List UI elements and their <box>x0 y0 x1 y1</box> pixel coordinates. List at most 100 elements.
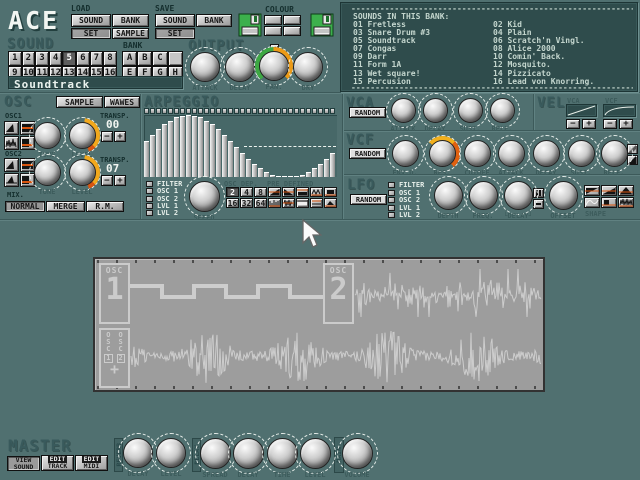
osc1-transpose-minus-button[interactable]: − <box>101 131 113 142</box>
osc1-wave-saw-button[interactable] <box>4 121 19 135</box>
waveform-display[interactable] <box>95 259 543 390</box>
load-set-button[interactable]: SET <box>71 28 111 39</box>
predefined-wave-button[interactable] <box>282 198 295 208</box>
arp-bar[interactable] <box>240 153 245 177</box>
knob-delay[interactable] <box>499 176 538 215</box>
knob-env-d[interactable] <box>387 135 424 172</box>
arp-bar[interactable] <box>234 147 239 177</box>
arp-bar[interactable] <box>204 121 209 177</box>
bank-button-B[interactable]: B <box>137 51 152 66</box>
knob-tune[interactable] <box>29 154 66 191</box>
predefined-wave-button[interactable] <box>282 187 295 197</box>
arp-step[interactable] <box>246 108 251 114</box>
arp-step[interactable] <box>162 108 167 114</box>
arp-bar[interactable] <box>210 124 215 177</box>
arp-step[interactable] <box>192 108 197 114</box>
sound-number-button-6[interactable]: 6 <box>76 51 90 66</box>
arp-step[interactable] <box>204 108 209 114</box>
knob-dry[interactable] <box>288 47 328 87</box>
arp-step[interactable] <box>234 108 239 114</box>
arp-bar[interactable] <box>174 117 179 177</box>
lfo-shape-saw-down-button[interactable] <box>584 185 600 196</box>
arp-bar[interactable] <box>252 164 257 177</box>
predefined-wave-button[interactable] <box>296 198 309 208</box>
arp-bar[interactable] <box>318 164 323 177</box>
osc2-editor-tab[interactable]: OSC 2 <box>323 263 354 324</box>
arp-step[interactable] <box>144 108 149 114</box>
arp-step[interactable] <box>318 108 323 114</box>
osc-sample-button[interactable]: SAMPLE <box>56 96 103 108</box>
arp-step[interactable] <box>210 108 215 114</box>
knob-decay[interactable] <box>528 135 565 172</box>
arp-bar[interactable] <box>330 153 335 177</box>
arp-bar[interactable] <box>276 176 281 177</box>
predefined-wave-button[interactable] <box>324 187 337 197</box>
sound-number-button-4[interactable]: 4 <box>49 51 63 66</box>
osc-dep-button-4[interactable]: 4 <box>240 187 253 197</box>
arp-step[interactable] <box>300 108 305 114</box>
arp-bar[interactable] <box>312 168 317 177</box>
bank-button-selected[interactable] <box>168 51 183 66</box>
toggle-osc-1[interactable] <box>146 188 153 194</box>
arp-step[interactable] <box>270 108 275 114</box>
knob-sust[interactable] <box>453 93 488 128</box>
arp-bar[interactable] <box>162 124 167 177</box>
arp-bar[interactable] <box>168 121 173 177</box>
vel-vca-minus-button[interactable]: − <box>566 119 580 129</box>
arp-step[interactable] <box>216 108 221 114</box>
arp-step[interactable] <box>168 108 173 114</box>
arp-step[interactable] <box>324 108 329 114</box>
arp-step[interactable] <box>288 108 293 114</box>
predefined-wave-button[interactable] <box>296 187 309 197</box>
arp-step[interactable] <box>156 108 161 114</box>
predefined-wave-button[interactable] <box>310 187 323 197</box>
arp-step[interactable] <box>222 108 227 114</box>
predefined-wave-button[interactable] <box>310 198 323 208</box>
mix-merge-button[interactable]: MERGE <box>46 201 85 212</box>
arp-bar[interactable] <box>258 168 263 177</box>
sound-number-button-3[interactable]: 3 <box>35 51 49 66</box>
knob-attack[interactable] <box>386 93 421 128</box>
arp-bar[interactable] <box>186 115 191 177</box>
bank-button-A[interactable]: A <box>122 51 137 66</box>
sound-name-field[interactable]: Soundtrack <box>8 76 183 89</box>
knob-tune[interactable] <box>29 117 66 154</box>
sound-number-button-8[interactable]: 8 <box>103 51 117 66</box>
osc2-wave-saw-button[interactable] <box>4 158 19 172</box>
arp-bar[interactable] <box>228 141 233 177</box>
colour-swatch-button[interactable] <box>264 15 282 25</box>
colour-swatch-button[interactable] <box>264 26 282 36</box>
arp-step[interactable] <box>312 108 317 114</box>
load-sample-button[interactable]: SAMPLE <box>112 28 149 39</box>
arp-step[interactable] <box>252 108 257 114</box>
knob-level[interactable] <box>64 117 101 154</box>
vel-vcf-minus-button[interactable]: − <box>603 119 617 129</box>
knob-level[interactable] <box>64 154 101 191</box>
knob-rele[interactable] <box>596 135 633 172</box>
arp-bar[interactable] <box>144 141 149 177</box>
sound-number-button-1[interactable]: 1 <box>8 51 22 66</box>
knob-speed[interactable] <box>184 176 225 217</box>
knob-offset[interactable] <box>544 176 583 215</box>
arp-bar[interactable] <box>324 159 329 177</box>
knob-attack[interactable] <box>493 135 530 172</box>
osc-dep-button-2[interactable]: 2 <box>226 187 239 197</box>
knob-sust[interactable] <box>563 135 600 172</box>
arp-bar[interactable] <box>222 135 227 177</box>
arp-bar[interactable] <box>192 116 197 177</box>
arp-step[interactable] <box>228 108 233 114</box>
predefined-wave-button[interactable] <box>324 198 337 208</box>
osc-dep-button-32[interactable]: 32 <box>240 198 253 208</box>
knob-cutoff[interactable] <box>459 135 496 172</box>
arp-step[interactable] <box>294 108 299 114</box>
vca-random-button[interactable]: RANDOM <box>349 107 386 118</box>
edit-track-button[interactable]: EDIT TRACK <box>41 455 74 471</box>
toggle-osc-2[interactable] <box>146 196 153 202</box>
toggle-lvl-2[interactable] <box>388 212 395 218</box>
arp-step[interactable] <box>150 108 155 114</box>
predefined-wave-button[interactable] <box>268 187 281 197</box>
knob-decay[interactable] <box>418 93 453 128</box>
osc2-wave-triangle-button[interactable] <box>4 173 19 187</box>
osc1-editor-tab[interactable]: OSC 1 <box>99 263 130 324</box>
toggle-osc-2[interactable] <box>388 197 395 203</box>
